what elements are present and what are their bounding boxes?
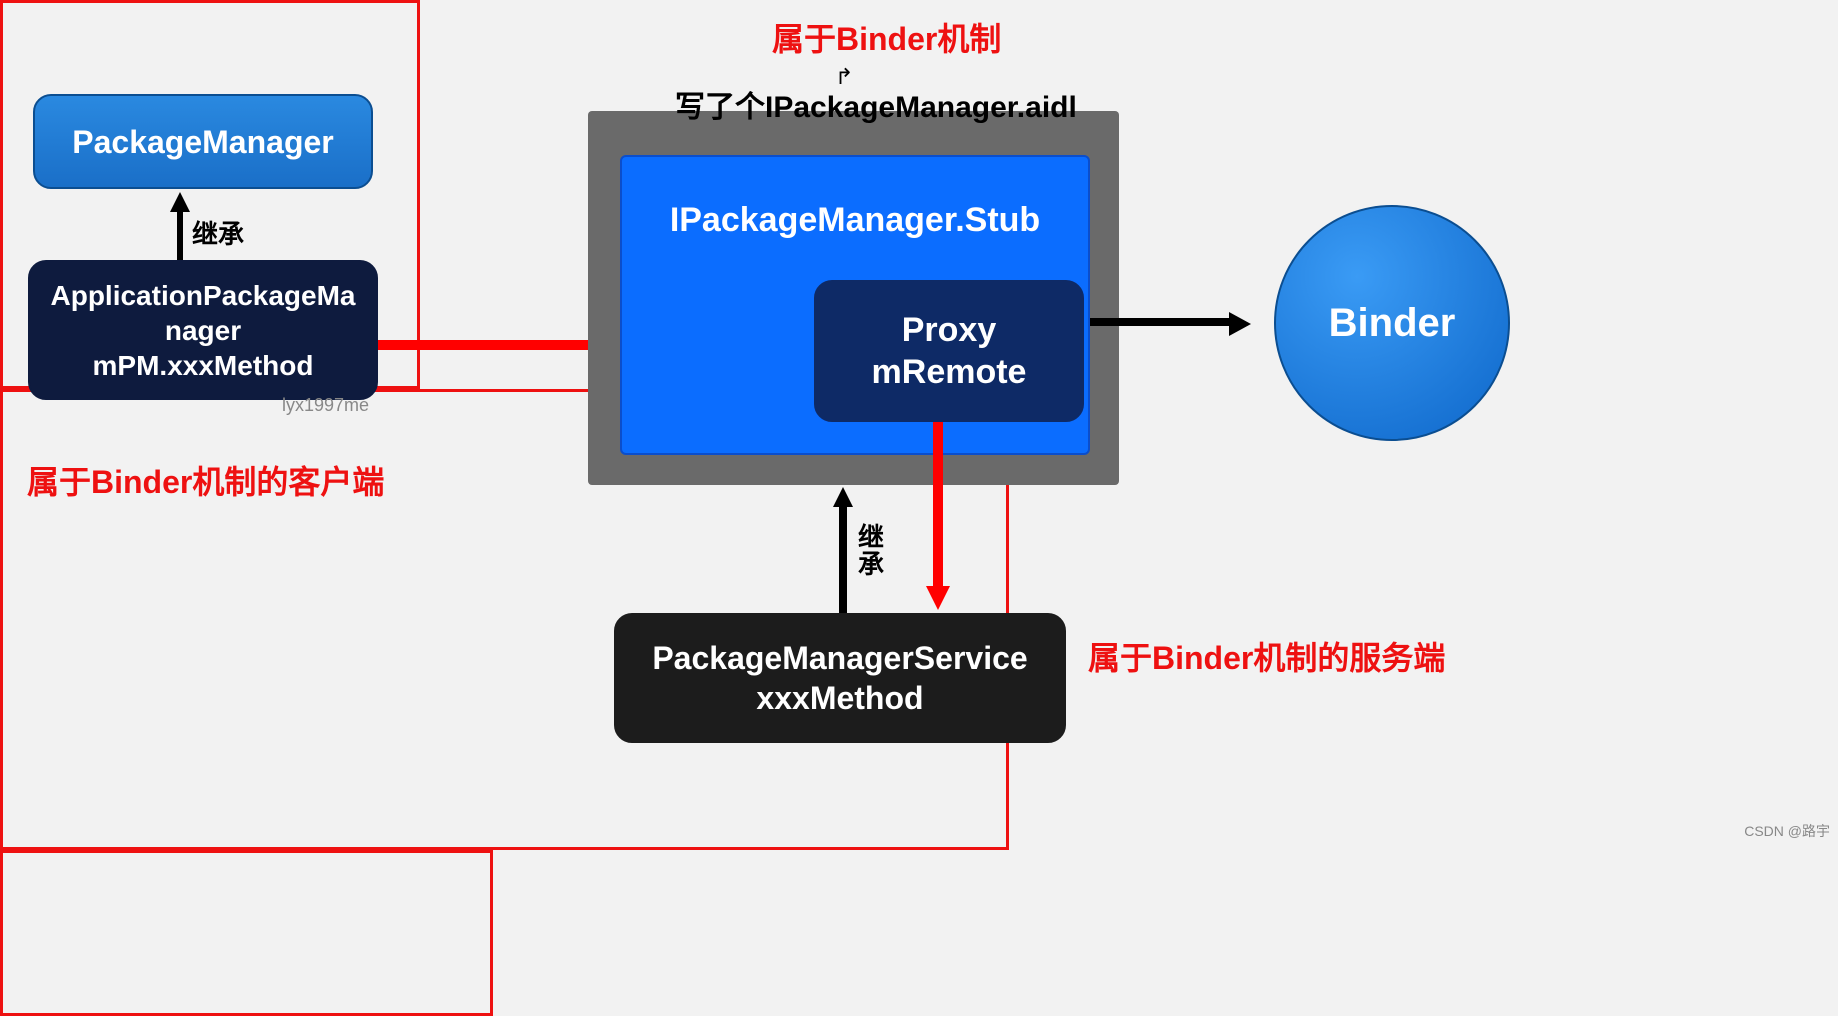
watermark: lyx1997me: [282, 395, 369, 416]
inherit-bottom-char1: 继: [858, 524, 884, 551]
inherit-left-label: 继承: [192, 214, 244, 251]
red-arrow-proxy-to-pms: [933, 422, 943, 590]
pms-line1: PackageManagerService: [652, 638, 1027, 678]
cursor-icon: ↱: [835, 64, 853, 90]
arrow-stub-to-binder-head: [1229, 312, 1251, 336]
binder-node: Binder: [1274, 205, 1510, 441]
application-package-manager-node: ApplicationPackageMa nager mPM.xxxMethod: [28, 260, 378, 400]
package-manager-node: PackageManager: [33, 94, 373, 189]
footer-credit: CSDN @路宇: [1744, 821, 1830, 841]
app-pm-line2: nager: [165, 313, 241, 348]
red-arrow-proxy-to-pms-head: [926, 586, 950, 610]
stub-title: IPackageManager.Stub: [670, 199, 1040, 242]
package-manager-label: PackageManager: [72, 122, 333, 162]
package-manager-service-node: PackageManagerService xxxMethod: [614, 613, 1066, 743]
server-caption: 属于Binder机制的服务端: [1088, 633, 1445, 679]
inherit-bottom-label: 继 承: [858, 524, 884, 579]
inherit-arrow-bottom-head: [833, 487, 853, 507]
client-caption: 属于Binder机制的客户端: [27, 457, 384, 503]
proxy-line1: Proxy: [902, 309, 997, 352]
inherit-arrow-left-head: [170, 192, 190, 212]
app-pm-line1: ApplicationPackageMa: [51, 278, 356, 313]
pms-line2: xxxMethod: [756, 678, 923, 718]
aidl-title: 写了个IPackageManager.aidl: [675, 82, 1077, 126]
proxy-node: Proxy mRemote: [814, 280, 1084, 422]
server-group: [0, 850, 493, 1016]
inherit-bottom-char2: 承: [858, 551, 884, 578]
proxy-line2: mRemote: [872, 351, 1027, 394]
top-annotation: 属于Binder机制: [772, 14, 1001, 60]
inherit-arrow-bottom: [839, 505, 847, 613]
arrow-stub-to-binder: [1090, 318, 1235, 326]
inherit-arrow-left: [177, 210, 183, 260]
binder-label: Binder: [1329, 298, 1456, 348]
diagram-stage: 属于Binder机制 属于Binder机制的客户端 属于Binder机制的服务端…: [0, 0, 1838, 847]
app-pm-line3: mPM.xxxMethod: [93, 348, 314, 383]
